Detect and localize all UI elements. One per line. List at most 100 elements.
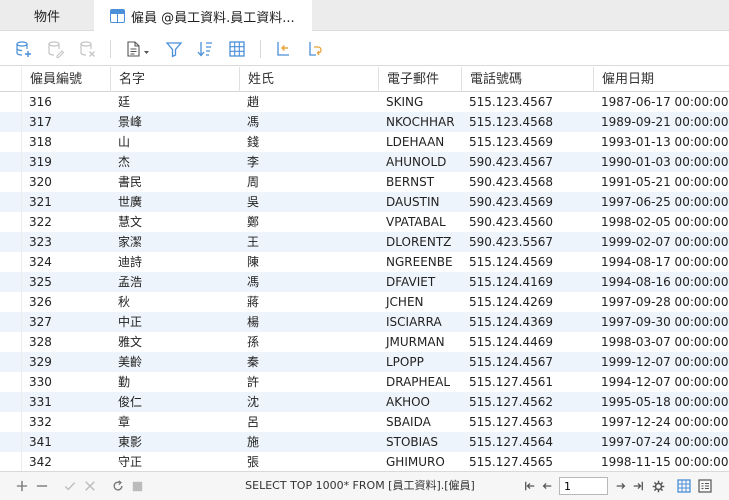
- cell-hire-date[interactable]: 1994-12-07 00:00:00: [593, 372, 729, 392]
- cell-first-name[interactable]: 景峰: [110, 112, 239, 132]
- cell-employee-id[interactable]: 316: [21, 92, 110, 112]
- check-icon[interactable]: [62, 478, 78, 494]
- table-row[interactable]: 319 杰李 AHUNOLD 590.423.4567 1990-01-03 00:00…: [0, 152, 729, 172]
- cell-email[interactable]: DRAPHEAL: [378, 372, 461, 392]
- next-page-icon[interactable]: [613, 478, 629, 494]
- cell-phone[interactable]: 590.423.4569: [461, 192, 593, 212]
- table-row[interactable]: 322 慧文鄭 VPATABAL 590.423.4560 1998-02-05 00:…: [0, 212, 729, 232]
- cell-first-name[interactable]: 秋: [110, 292, 239, 312]
- db-delete-icon[interactable]: [77, 38, 99, 60]
- table-row[interactable]: 342 守正張 GHIMURO 515.127.4565 1998-11-15 00:0…: [0, 452, 729, 471]
- cell-phone[interactable]: 590.423.4568: [461, 172, 593, 192]
- cell-email[interactable]: NKOCHHAR: [378, 112, 461, 132]
- cell-first-name[interactable]: 山: [110, 132, 239, 152]
- cell-first-name[interactable]: 孟浩: [110, 272, 239, 292]
- cell-employee-id[interactable]: 332: [21, 412, 110, 432]
- table-row[interactable]: 324 迪詩陳 NGREENBE 515.124.4569 1994-08-17 00:…: [0, 252, 729, 272]
- cell-hire-date[interactable]: 1997-07-24 00:00:00: [593, 432, 729, 452]
- cell-hire-date[interactable]: 1994-08-17 00:00:00: [593, 252, 729, 272]
- cell-email[interactable]: BERNST: [378, 172, 461, 192]
- table-row[interactable]: 317 景峰馮 NKOCHHAR 515.123.4568 1989-09-21 00:…: [0, 112, 729, 132]
- document-icon[interactable]: [122, 38, 154, 60]
- table-row[interactable]: 327 中正楊 ISCIARRA 515.124.4369 1997-09-30 00:…: [0, 312, 729, 332]
- cell-email[interactable]: AKHOO: [378, 392, 461, 412]
- cell-hire-date[interactable]: 1998-02-05 00:00:00: [593, 212, 729, 232]
- cell-phone[interactable]: 515.127.4564: [461, 432, 593, 452]
- table-row[interactable]: 329 美齡秦 LPOPP 515.124.4567 1999-12-07 00:00:…: [0, 352, 729, 372]
- cell-last-name[interactable]: 趙: [239, 92, 378, 112]
- cell-phone[interactable]: 515.124.4569: [461, 252, 593, 272]
- table-row[interactable]: 323 家潔王 DLORENTZ 590.423.5567 1999-02-07 00:…: [0, 232, 729, 252]
- cell-email[interactable]: AHUNOLD: [378, 152, 461, 172]
- tab-employees[interactable]: 僱員 @員工資料.員工資料...: [94, 0, 312, 32]
- cell-hire-date[interactable]: 1999-02-07 00:00:00: [593, 232, 729, 252]
- cell-phone[interactable]: 515.123.4567: [461, 92, 593, 112]
- first-page-icon[interactable]: [522, 478, 538, 494]
- stop-icon[interactable]: [129, 478, 145, 494]
- table-row[interactable]: 331 俊仁沈 AKHOO 515.127.4562 1995-05-18 00:00:…: [0, 392, 729, 412]
- cell-hire-date[interactable]: 1991-05-21 00:00:00: [593, 172, 729, 192]
- cell-email[interactable]: DFAVIET: [378, 272, 461, 292]
- cell-last-name[interactable]: 馮: [239, 112, 378, 132]
- table-row[interactable]: 330 勤許 DRAPHEAL 515.127.4561 1994-12-07 00:0…: [0, 372, 729, 392]
- refresh-icon[interactable]: [110, 478, 126, 494]
- cell-first-name[interactable]: 俊仁: [110, 392, 239, 412]
- cell-first-name[interactable]: 書民: [110, 172, 239, 192]
- cell-phone[interactable]: 515.124.4567: [461, 352, 593, 372]
- cell-phone[interactable]: 515.123.4568: [461, 112, 593, 132]
- cell-phone[interactable]: 590.423.4567: [461, 152, 593, 172]
- cell-email[interactable]: LPOPP: [378, 352, 461, 372]
- cell-email[interactable]: DAUSTIN: [378, 192, 461, 212]
- cell-last-name[interactable]: 李: [239, 152, 378, 172]
- cell-phone[interactable]: 515.124.4469: [461, 332, 593, 352]
- cell-employee-id[interactable]: 326: [21, 292, 110, 312]
- cell-last-name[interactable]: 沈: [239, 392, 378, 412]
- cell-employee-id[interactable]: 325: [21, 272, 110, 292]
- data-grid[interactable]: 僱員編號 名字 姓氏 電子郵件 電話號碼 僱用日期 316 廷趙 SKING 515.…: [0, 67, 729, 471]
- cell-last-name[interactable]: 周: [239, 172, 378, 192]
- cell-hire-date[interactable]: 1987-06-17 00:00:00: [593, 92, 729, 112]
- cell-first-name[interactable]: 家潔: [110, 232, 239, 252]
- cell-last-name[interactable]: 鄭: [239, 212, 378, 232]
- cell-employee-id[interactable]: 329: [21, 352, 110, 372]
- settings-icon[interactable]: [650, 478, 666, 494]
- table-row[interactable]: 326 秋蔣 JCHEN 515.124.4269 1997-09-28 00:00:0…: [0, 292, 729, 312]
- table-row[interactable]: 316 廷趙 SKING 515.123.4567 1987-06-17 00:00:0…: [0, 92, 729, 112]
- cell-employee-id[interactable]: 321: [21, 192, 110, 212]
- cell-employee-id[interactable]: 327: [21, 312, 110, 332]
- redo-icon[interactable]: [304, 38, 326, 60]
- add-icon[interactable]: [14, 478, 30, 494]
- cell-hire-date[interactable]: 1997-12-24 00:00:00: [593, 412, 729, 432]
- cell-employee-id[interactable]: 318: [21, 132, 110, 152]
- cell-email[interactable]: DLORENTZ: [378, 232, 461, 252]
- cell-first-name[interactable]: 中正: [110, 312, 239, 332]
- cell-last-name[interactable]: 施: [239, 432, 378, 452]
- cell-last-name[interactable]: 秦: [239, 352, 378, 372]
- cell-phone[interactable]: 515.124.4169: [461, 272, 593, 292]
- cell-employee-id[interactable]: 324: [21, 252, 110, 272]
- cell-last-name[interactable]: 楊: [239, 312, 378, 332]
- cell-employee-id[interactable]: 320: [21, 172, 110, 192]
- cell-first-name[interactable]: 慧文: [110, 212, 239, 232]
- cell-employee-id[interactable]: 331: [21, 392, 110, 412]
- last-page-icon[interactable]: [630, 478, 646, 494]
- cell-hire-date[interactable]: 1998-11-15 00:00:00: [593, 452, 729, 471]
- cell-email[interactable]: LDEHAAN: [378, 132, 461, 152]
- table-row[interactable]: 341 東影施 STOBIAS 515.127.4564 1997-07-24 00:0…: [0, 432, 729, 452]
- cell-phone[interactable]: 515.123.4569: [461, 132, 593, 152]
- cell-email[interactable]: STOBIAS: [378, 432, 461, 452]
- cell-last-name[interactable]: 許: [239, 372, 378, 392]
- cell-employee-id[interactable]: 322: [21, 212, 110, 232]
- cell-hire-date[interactable]: 1989-09-21 00:00:00: [593, 112, 729, 132]
- cell-employee-id[interactable]: 341: [21, 432, 110, 452]
- cell-hire-date[interactable]: 1993-01-13 00:00:00: [593, 132, 729, 152]
- cell-email[interactable]: SKING: [378, 92, 461, 112]
- cell-employee-id[interactable]: 342: [21, 452, 110, 471]
- cell-email[interactable]: SBAIDA: [378, 412, 461, 432]
- cell-last-name[interactable]: 孫: [239, 332, 378, 352]
- table-row[interactable]: 332 章呂 SBAIDA 515.127.4563 1997-12-24 00:00:…: [0, 412, 729, 432]
- undo-icon[interactable]: [272, 38, 294, 60]
- cell-phone[interactable]: 590.423.4560: [461, 212, 593, 232]
- cell-first-name[interactable]: 章: [110, 412, 239, 432]
- cell-first-name[interactable]: 世廣: [110, 192, 239, 212]
